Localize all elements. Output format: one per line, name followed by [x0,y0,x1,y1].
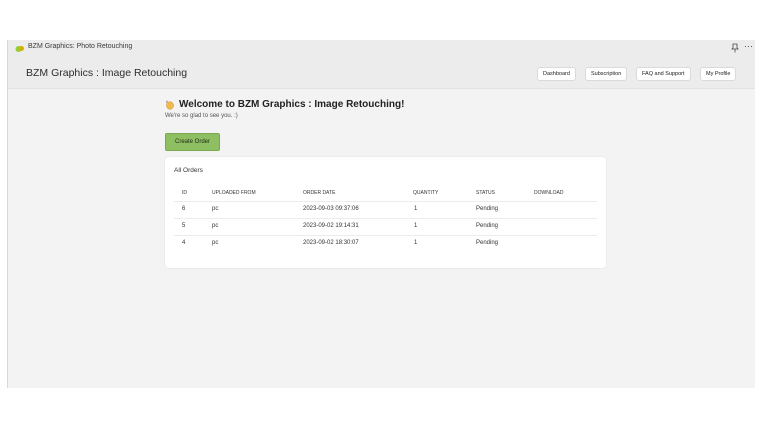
column-header-uploaded-from: UPLOADED FROM [212,190,256,196]
nav-faq-support-button[interactable]: FAQ and Support [636,67,691,81]
order-quantity: 1 [414,240,418,246]
order-id: 4 [182,240,186,246]
order-uploaded-from: pc [212,240,219,246]
welcome-text: Welcome to BZM Graphics : Image Retouchi… [179,99,405,110]
order-quantity: 1 [414,206,418,212]
table-row[interactable]: 6 pc 2023-09-03 09:37:06 1 Pending [174,201,597,219]
order-date: 2023-09-02 18:30:07 [303,240,359,246]
orders-title: All Orders [174,167,203,174]
order-quantity: 1 [414,223,418,229]
nav-subscription-button[interactable]: Subscription [585,67,628,81]
waving-hand-icon [166,100,174,110]
order-uploaded-from: pc [212,206,219,212]
table-header-row: ID UPLOADED FROM ORDER DATE QUANTITY STA… [174,186,597,202]
order-status: Pending [476,223,499,229]
orders-card: All Orders ID UPLOADED FROM ORDER DATE Q… [165,157,606,268]
order-uploaded-from: pc [212,223,219,229]
welcome-subtitle: We're so glad to see you. :) [165,113,238,119]
table-row[interactable]: 4 pc 2023-09-02 18:30:07 1 Pending [174,235,597,252]
create-order-button[interactable]: Create Order [165,133,220,151]
app-window: BZM Graphics: Photo Retouching ··· BZM G… [7,40,755,388]
window-title: BZM Graphics: Photo Retouching [28,43,133,50]
order-date: 2023-09-02 19:14:31 [303,223,359,229]
column-header-order-date: ORDER DATE [303,190,336,196]
welcome-heading: Welcome to BZM Graphics : Image Retouchi… [165,99,404,110]
app-header: BZM Graphics : Image Retouching Dashboar… [8,58,755,89]
order-status: Pending [476,206,499,212]
more-options-icon[interactable]: ··· [744,41,753,51]
order-id: 6 [182,206,186,212]
column-header-quantity: QUANTITY [413,190,439,196]
column-header-status: STATUS [476,190,495,196]
column-header-id: ID [182,190,187,196]
order-status: Pending [476,240,499,246]
app-logo-icon [15,46,24,52]
nav-dashboard-button[interactable]: Dashboard [537,67,576,81]
brand-title: BZM Graphics : Image Retouching [26,67,188,79]
pin-icon[interactable] [731,43,739,53]
order-date: 2023-09-03 09:37:06 [303,206,359,212]
order-id: 5 [182,223,186,229]
table-row[interactable]: 5 pc 2023-09-02 19:14:31 1 Pending [174,218,597,236]
window-titlebar: BZM Graphics: Photo Retouching ··· [8,40,755,58]
nav-my-profile-button[interactable]: My Profile [700,67,737,81]
column-header-download: DOWNLOAD [534,190,564,196]
